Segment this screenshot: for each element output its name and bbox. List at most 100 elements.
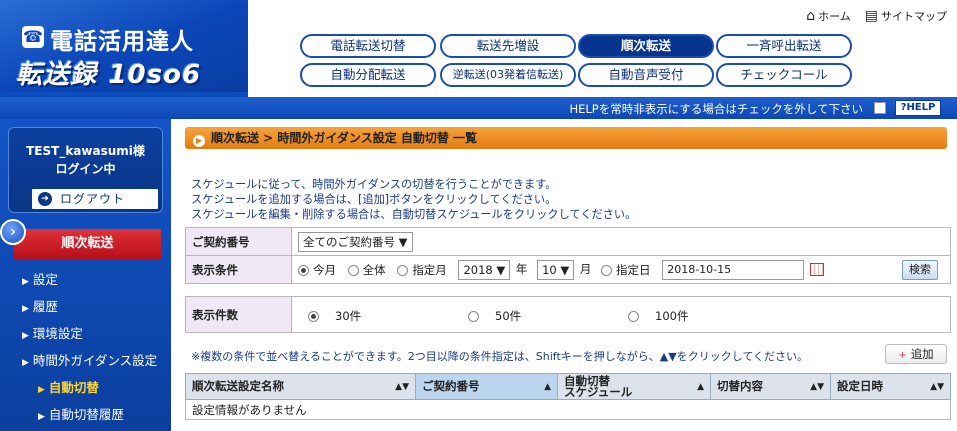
display-condition-cell: 今月 全体 指定月 2018 ▼ 年 10 ▼ 月 指定日 2018-10-15… xyxy=(291,255,951,284)
utility-links: ⌂ ホーム ▤ サイトマップ xyxy=(806,8,947,24)
sidebar-item-label: 履歴 xyxy=(32,299,58,314)
radio-count-30[interactable]: 30件 xyxy=(308,308,361,324)
sitemap-link-label: サイトマップ xyxy=(881,10,947,23)
col-switch-content[interactable]: 切替内容 ▲▼ xyxy=(710,373,831,400)
nav-issei-yobidashi[interactable]: 一斉呼出転送 xyxy=(716,34,852,58)
radio-off-icon xyxy=(347,264,359,276)
sidebar-item-label: 設定 xyxy=(32,272,58,287)
add-button[interactable]: + 追加 xyxy=(885,344,947,364)
logout-button[interactable]: ➜ ログアウト xyxy=(31,188,159,210)
triangle-right-icon: ▶ xyxy=(38,412,45,422)
radio-specified-month-label: 指定月 xyxy=(412,262,447,277)
sidebar-item-jidou-kirikae[interactable]: ▶ 自動切替 xyxy=(38,377,99,396)
help-bar: HELPを常時非表示にする場合はチェックを外して下さい ?HELP xyxy=(0,97,957,119)
contract-select-value: 全てのご契約番号 xyxy=(303,234,395,249)
radio-count-30-label: 30件 xyxy=(335,309,362,323)
table-row: 設定情報がありません xyxy=(185,399,951,420)
sitemap-link[interactable]: ▤ サイトマップ xyxy=(865,8,947,24)
sort-asc-icon: ▲ xyxy=(697,382,704,392)
sidebar-item-label: 自動切替履歴 xyxy=(48,407,124,422)
empty-message: 設定情報がありません xyxy=(185,399,951,420)
home-link-label: ホーム xyxy=(818,10,851,23)
radio-off-icon xyxy=(397,264,409,276)
year-unit: 年 xyxy=(515,262,528,276)
logo-sub-text: 10so6 xyxy=(108,60,202,90)
month-select[interactable]: 10 ▼ xyxy=(537,259,575,280)
sort-both-icon: ▲▼ xyxy=(810,382,824,392)
filter-table: ご契約番号 全てのご契約番号 ▼ 表示条件 今月 全体 指定月 2018 ▼ 年… xyxy=(185,227,951,284)
arrow-right-icon: ▶ xyxy=(193,135,205,147)
sort-asc-icon: ▲ xyxy=(544,382,551,392)
breadcrumb-text: 順次転送 > 時間外ガイダンス設定 自動切替 一覧 xyxy=(211,131,478,145)
home-link[interactable]: ⌂ ホーム xyxy=(806,8,851,24)
logo-title: 転送録 10so6 xyxy=(16,54,201,91)
nav-gyaku-tenso[interactable]: 逆転送(03発着信転送) xyxy=(440,63,576,87)
nav-jidou-bunpai[interactable]: 自動分配転送 xyxy=(300,63,436,87)
sidebar-item-jikangai-guidance[interactable]: ▶ 時間外ガイダンス設定 xyxy=(22,350,157,369)
display-count-cell: 30件 50件 100件 xyxy=(291,296,951,333)
radio-all-label: 全体 xyxy=(362,262,386,277)
sort-note: ※複数の条件で並べ替えることができます。2つ目以降の条件指定は、Shiftキーを… xyxy=(191,350,809,363)
year-select-value: 2018 xyxy=(463,262,493,277)
contract-select[interactable]: 全てのご契約番号 ▼ xyxy=(298,231,413,252)
sidebar-item-kankyou-settei[interactable]: ▶ 環境設定 xyxy=(22,323,83,342)
radio-count-100[interactable]: 100件 xyxy=(628,308,688,324)
col-set-datetime-label: 設定日時 xyxy=(837,379,883,393)
schedule-table: 順次転送設定名称 ▲▼ ご契約番号 ▲ 自動切替 スケジュール ▲ 切替内容 ▲▼ 設定… xyxy=(185,373,951,420)
help-button[interactable]: ?HELP xyxy=(895,100,941,116)
sidebar-item-rireki[interactable]: ▶ 履歴 xyxy=(22,296,58,315)
intro-line-3: スケジュールを編集・削除する場合は、自動切替スケジュールをクリックしてください。 xyxy=(191,208,637,221)
user-name: TEST_kawasumi様 xyxy=(26,144,145,158)
triangle-right-icon: ▶ xyxy=(22,358,29,368)
arrow-right-icon: ➜ xyxy=(38,192,52,206)
radio-count-50[interactable]: 50件 xyxy=(468,308,521,324)
search-button[interactable]: 検索 xyxy=(902,260,938,280)
sidebar-item-label: 環境設定 xyxy=(32,326,83,341)
triangle-right-icon: ▶ xyxy=(22,331,29,341)
date-input[interactable]: 2018-10-15 xyxy=(662,259,805,280)
chevron-down-icon: ▼ xyxy=(560,262,570,277)
col-contract-number[interactable]: ご契約番号 ▲ xyxy=(415,373,558,400)
nav-denwa-tenso-kirikae[interactable]: 電話転送切替 xyxy=(300,34,436,58)
radio-on-icon xyxy=(308,311,319,322)
radio-specified-day[interactable]: 指定日 xyxy=(601,262,651,278)
triangle-right-icon: ▶ xyxy=(38,385,45,395)
contract-label: ご契約番号 xyxy=(185,227,292,256)
logout-button-label: ログアウト xyxy=(60,192,126,206)
help-hint: HELPを常時非表示にする場合はチェックを外して下さい xyxy=(569,102,863,116)
col-schedule[interactable]: 自動切替 スケジュール ▲ xyxy=(557,373,711,400)
triangle-right-icon: ▶ xyxy=(22,304,29,314)
sidebar-section-junji-tenso[interactable]: 順次転送 xyxy=(14,229,161,259)
nav-jidou-onsei[interactable]: 自動音声受付 xyxy=(578,63,714,87)
month-unit: 月 xyxy=(579,262,592,276)
col-setting-name-label: 順次転送設定名称 xyxy=(192,379,284,393)
radio-specified-day-label: 指定日 xyxy=(616,262,651,277)
nav-check-call[interactable]: チェックコール xyxy=(716,63,852,87)
year-select[interactable]: 2018 ▼ xyxy=(458,259,511,280)
sort-both-icon: ▲▼ xyxy=(395,382,409,392)
help-checkbox[interactable] xyxy=(874,102,886,114)
table-header-row: 順次転送設定名称 ▲▼ ご契約番号 ▲ 自動切替 スケジュール ▲ 切替内容 ▲▼ 設定… xyxy=(185,373,951,400)
radio-off-icon xyxy=(628,311,639,322)
header: ☎ 電話活用達人 転送録 10so6 ⌂ ホーム ▤ サイトマップ 電話転送切替 転… xyxy=(0,0,957,119)
radio-count-50-label: 50件 xyxy=(495,309,522,323)
calendar-icon[interactable] xyxy=(810,263,825,276)
nav-junji-tenso[interactable]: 順次転送 xyxy=(578,34,714,58)
sidebar-item-jidou-kirikae-rireki[interactable]: ▶ 自動切替履歴 xyxy=(38,404,124,423)
sidebar-item-settei[interactable]: ▶ 設定 xyxy=(22,269,58,288)
nav-tensosaki-zousetsu[interactable]: 転送先増設 xyxy=(440,34,576,58)
user-box: TEST_kawasumi様 ログイン中 ➜ ログアウト xyxy=(8,127,163,213)
col-schedule-label: 自動切替 スケジュール xyxy=(564,373,633,399)
radio-all[interactable]: 全体 xyxy=(347,262,386,278)
radio-this-month[interactable]: 今月 xyxy=(298,262,336,278)
plus-icon: + xyxy=(898,350,907,361)
radio-specified-month[interactable]: 指定月 xyxy=(397,262,447,278)
month-select-value: 10 xyxy=(542,262,557,277)
chevron-down-icon: ▼ xyxy=(398,234,408,249)
col-setting-name[interactable]: 順次転送設定名称 ▲▼ xyxy=(185,373,416,400)
display-count-table: 表示件数 30件 50件 100件 xyxy=(185,296,951,333)
radio-on-icon xyxy=(298,264,309,276)
add-button-label: 追加 xyxy=(910,347,934,361)
col-set-datetime[interactable]: 設定日時 ▲▼ xyxy=(830,373,951,400)
col-contract-number-label: ご契約番号 xyxy=(422,379,480,393)
